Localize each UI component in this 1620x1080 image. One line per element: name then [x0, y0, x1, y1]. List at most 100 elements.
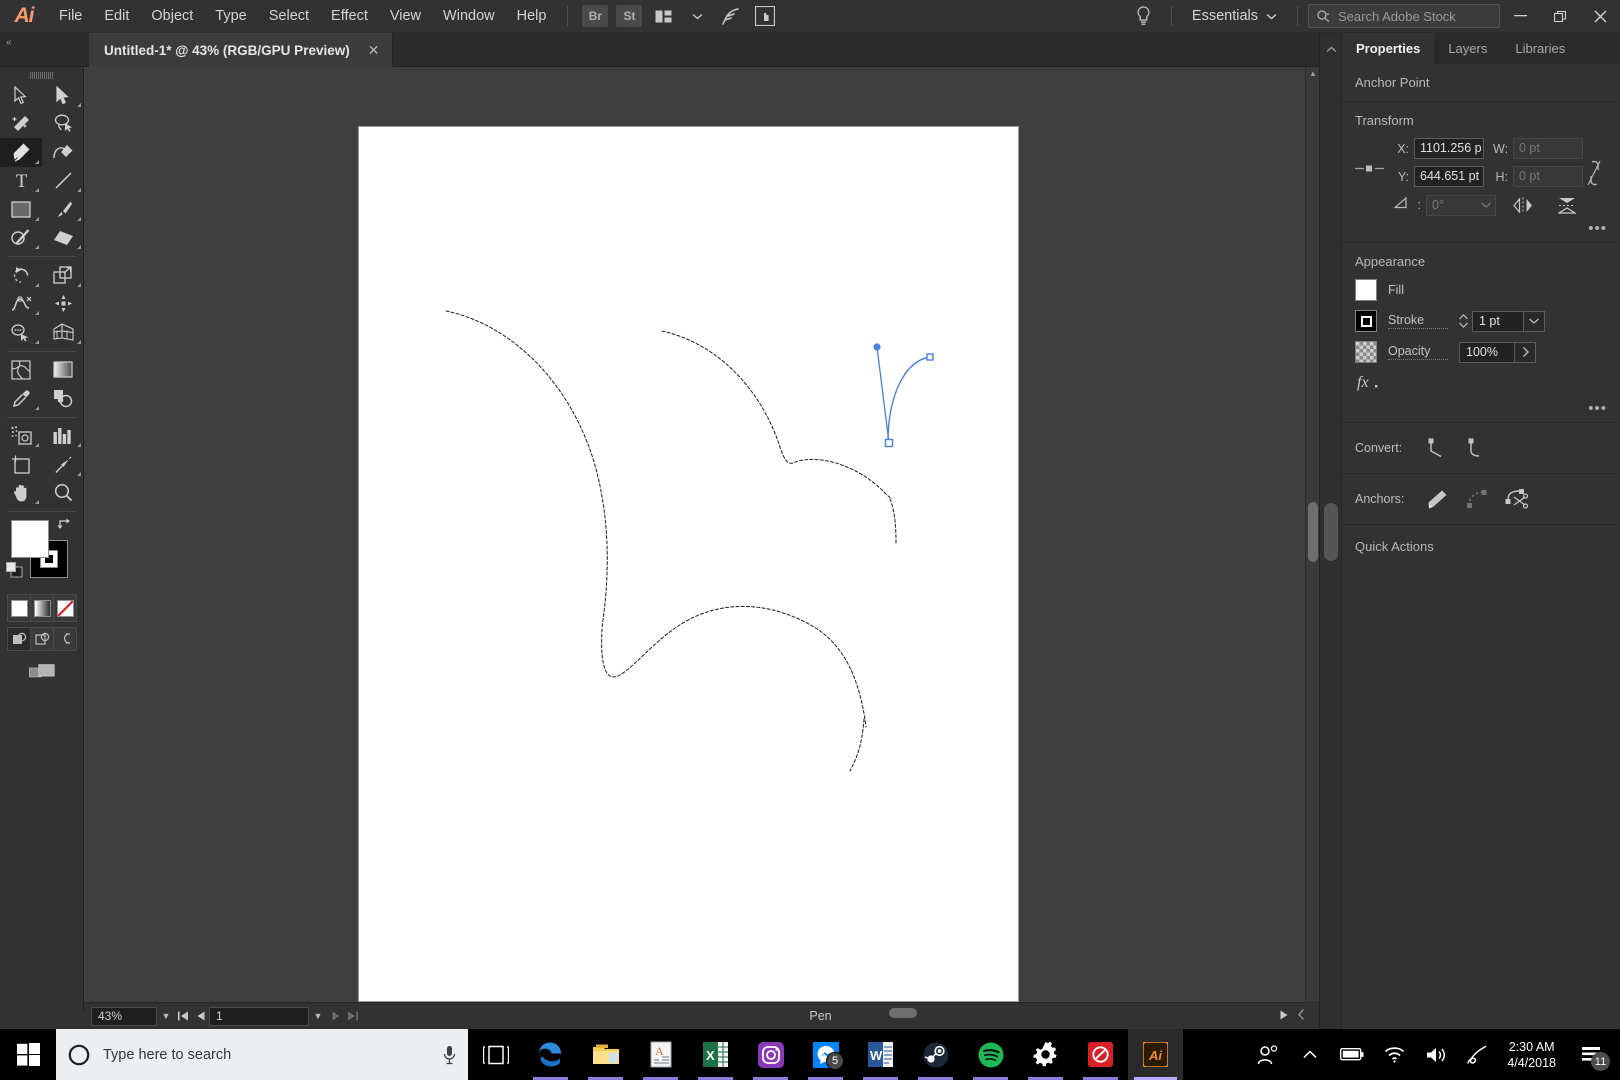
- scroll-up-arrow-icon[interactable]: ▲: [1306, 67, 1319, 81]
- flip-horizontal-icon[interactable]: [1510, 194, 1536, 216]
- stock-button[interactable]: St: [616, 5, 643, 27]
- menu-effect[interactable]: Effect: [320, 0, 379, 33]
- draw-normal-button[interactable]: [8, 628, 31, 650]
- rail-scroll-thumb[interactable]: [1324, 503, 1338, 561]
- facebook-messenger-icon[interactable]: 5: [798, 1029, 853, 1080]
- swap-fill-stroke-icon[interactable]: [57, 518, 72, 534]
- document-tab-close-icon[interactable]: ✕: [368, 42, 380, 59]
- opacity-input[interactable]: 100%: [1459, 341, 1515, 363]
- document-tab[interactable]: Untitled-1* @ 43% (RGB/GPU Preview) ✕: [89, 33, 394, 67]
- bridge-button[interactable]: Br: [582, 5, 609, 27]
- wifi-icon[interactable]: [1373, 1029, 1415, 1080]
- mesh-tool[interactable]: [0, 356, 42, 385]
- canvas-area[interactable]: ▲ ▼: [84, 67, 1319, 1012]
- menu-view[interactable]: View: [379, 0, 432, 33]
- width-tool[interactable]: [0, 290, 42, 319]
- pen-workspace-icon[interactable]: [1457, 1029, 1499, 1080]
- status-expand-icon[interactable]: [1280, 1007, 1288, 1025]
- tab-layers[interactable]: Layers: [1434, 33, 1501, 64]
- convert-to-corner-icon[interactable]: [1424, 437, 1450, 459]
- lasso-tool[interactable]: [42, 110, 84, 139]
- task-view-icon[interactable]: [468, 1029, 523, 1080]
- clock[interactable]: 2:30 AM 4/4/2018: [1499, 1039, 1570, 1071]
- instagram-icon[interactable]: [743, 1029, 798, 1080]
- workspace-switcher[interactable]: Essentials: [1182, 8, 1287, 24]
- adobe-creative-cloud-icon[interactable]: [1073, 1029, 1128, 1080]
- microsoft-word-icon[interactable]: W: [853, 1029, 908, 1080]
- menu-select[interactable]: Select: [258, 0, 320, 33]
- artboard-dropdown-icon[interactable]: ▼: [309, 1006, 327, 1026]
- zoom-dropdown-icon[interactable]: ▼: [157, 1006, 175, 1026]
- touch-workspace-icon[interactable]: [750, 3, 780, 29]
- restore-button[interactable]: [1540, 0, 1580, 33]
- zoom-tool[interactable]: [42, 479, 84, 508]
- column-graph-tool[interactable]: [42, 422, 84, 451]
- opacity-swatch[interactable]: [1355, 341, 1377, 363]
- shape-builder-tool[interactable]: [0, 318, 42, 347]
- pen-tool[interactable]: [0, 138, 42, 167]
- stroke-width-input[interactable]: 1 pt: [1472, 310, 1524, 332]
- direct-selection-tool[interactable]: [42, 81, 84, 110]
- opacity-options-icon[interactable]: [1515, 341, 1536, 363]
- zoom-level-input[interactable]: 43%: [91, 1006, 157, 1026]
- notification-center-icon[interactable]: 11: [1570, 1029, 1614, 1080]
- slice-tool[interactable]: [42, 450, 84, 479]
- rotate-tool[interactable]: [0, 261, 42, 290]
- file-explorer-icon[interactable]: [578, 1029, 633, 1080]
- curvature-tool[interactable]: [42, 138, 84, 167]
- hand-tool[interactable]: [0, 479, 42, 508]
- horizontal-scrollbar-thumb[interactable]: [889, 1008, 917, 1018]
- stroke-width-stepper[interactable]: [1459, 314, 1468, 328]
- remove-anchor-icon[interactable]: [1424, 488, 1450, 510]
- appearance-fill-swatch[interactable]: [1355, 279, 1377, 301]
- menu-object[interactable]: Object: [140, 0, 204, 33]
- draw-inside-button[interactable]: [54, 628, 76, 650]
- people-icon[interactable]: [1247, 1029, 1289, 1080]
- cut-path-at-anchor-icon[interactable]: [1504, 488, 1530, 510]
- scrollbar-thumb[interactable]: [1308, 502, 1318, 562]
- transform-more-options-icon[interactable]: •••: [1588, 221, 1607, 236]
- first-artboard-button[interactable]: [175, 1007, 192, 1026]
- artboard-tool[interactable]: [0, 450, 42, 479]
- paintbrush-tool[interactable]: [42, 195, 84, 224]
- opacity-label[interactable]: Opacity: [1388, 344, 1448, 360]
- menu-edit[interactable]: Edit: [93, 0, 140, 33]
- panel-collapse-icon[interactable]: «: [6, 37, 12, 48]
- eraser-tool[interactable]: [42, 224, 84, 253]
- rectangle-tool[interactable]: [0, 195, 42, 224]
- spotify-icon[interactable]: [963, 1029, 1018, 1080]
- blend-tool[interactable]: [42, 384, 84, 413]
- toolbar-drag-handle[interactable]: [0, 67, 83, 81]
- tab-properties[interactable]: Properties: [1342, 33, 1435, 64]
- rail-collapse-icon[interactable]: [1326, 45, 1337, 56]
- default-fill-stroke-icon[interactable]: [6, 562, 23, 578]
- tab-libraries[interactable]: Libraries: [1501, 33, 1579, 64]
- height-input[interactable]: 0 pt: [1513, 166, 1583, 187]
- draw-behind-button[interactable]: [31, 628, 54, 650]
- steam-icon[interactable]: [908, 1029, 963, 1080]
- show-desktop-button[interactable]: [1614, 1029, 1620, 1080]
- connect-anchors-icon[interactable]: [1464, 488, 1490, 510]
- settings-icon[interactable]: [1018, 1029, 1073, 1080]
- change-screen-mode-icon[interactable]: [28, 661, 55, 683]
- fill-swatch[interactable]: [11, 520, 49, 558]
- search-input[interactable]: Type here to search: [103, 1047, 430, 1063]
- quick-action-feather-icon[interactable]: [716, 3, 746, 29]
- arrange-documents-icon[interactable]: [648, 3, 678, 29]
- adobe-illustrator-icon[interactable]: Ai: [1128, 1029, 1183, 1080]
- stock-search-box[interactable]: Search Adobe Stock: [1308, 4, 1500, 28]
- volume-icon[interactable]: [1415, 1029, 1457, 1080]
- symbol-sprayer-tool[interactable]: [0, 422, 42, 451]
- start-button[interactable]: [0, 1029, 56, 1080]
- flip-vertical-icon[interactable]: [1554, 194, 1580, 216]
- perspective-grid-tool[interactable]: [42, 318, 84, 347]
- menu-type[interactable]: Type: [204, 0, 257, 33]
- close-button[interactable]: [1580, 0, 1620, 33]
- menu-file[interactable]: File: [48, 0, 93, 33]
- battery-icon[interactable]: [1331, 1029, 1373, 1080]
- appearance-stroke-swatch[interactable]: [1355, 310, 1377, 332]
- search-box[interactable]: Type here to search: [56, 1029, 468, 1080]
- chevron-down-icon[interactable]: [682, 3, 712, 29]
- width-input[interactable]: 0 pt: [1513, 138, 1583, 159]
- eyedropper-tool[interactable]: [0, 384, 42, 413]
